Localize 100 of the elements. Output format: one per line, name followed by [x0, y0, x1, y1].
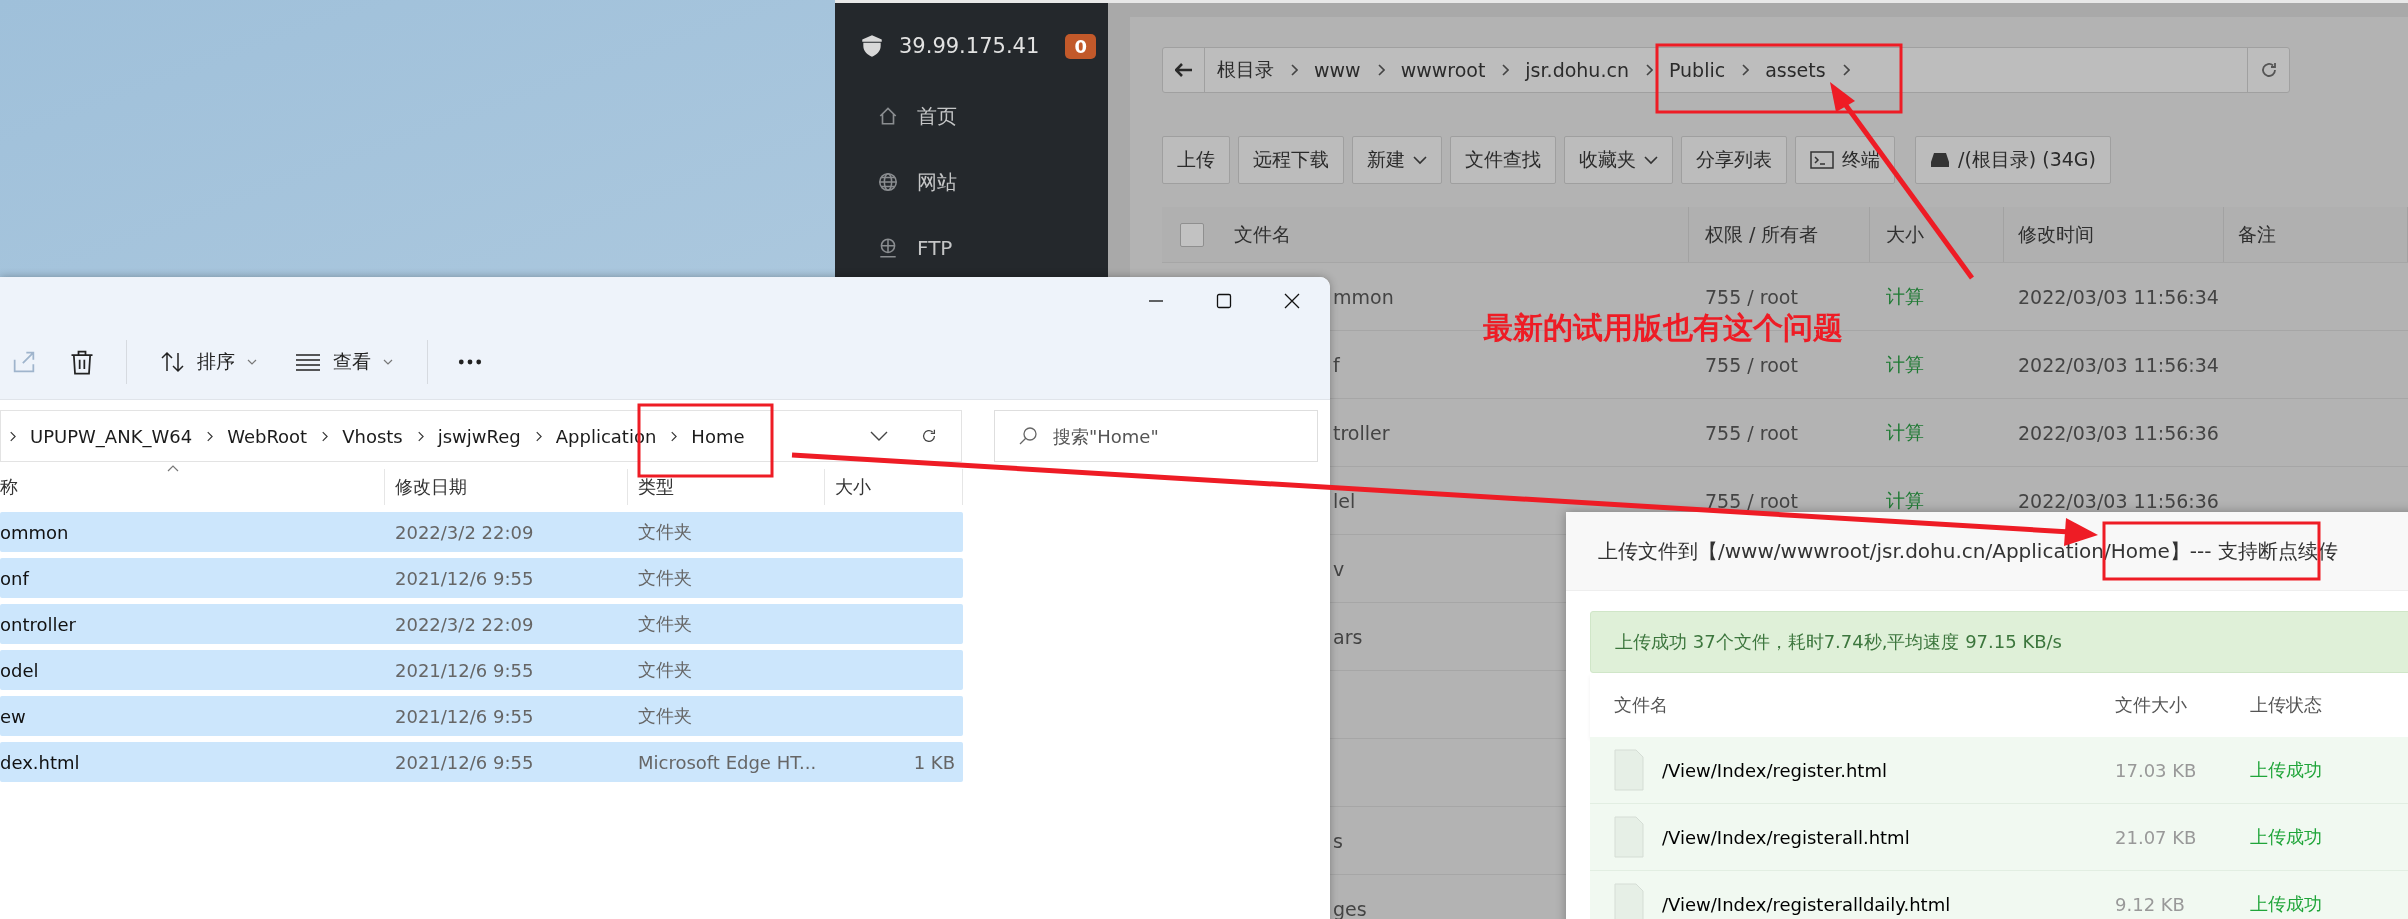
file-row[interactable]: ontroller 2022/3/2 22:09 文件夹 [0, 604, 963, 644]
file-name[interactable]: v [1333, 557, 1345, 580]
column-header[interactable]: 称 [0, 475, 18, 499]
file-name[interactable]: ars [1333, 625, 1363, 648]
toolbar-button[interactable]: 文件查找 [1450, 136, 1556, 184]
home-icon [877, 105, 899, 127]
column-header[interactable]: 大小 [835, 475, 871, 499]
back-arrow-icon [1174, 63, 1193, 77]
list-view-icon [295, 353, 321, 371]
chevron-icon [1290, 64, 1298, 76]
file-size: 9.12 KB [2115, 893, 2185, 915]
table-cell: 2022/03/03 11:56:36 [2018, 421, 2219, 444]
file-name[interactable]: s [1333, 829, 1343, 852]
column-header: 文件名 [1614, 693, 1668, 717]
chevron-icon [206, 430, 214, 442]
notification-badge: 0 [1065, 33, 1096, 59]
chevron-icon [670, 430, 678, 442]
file-name[interactable]: mmon [1333, 285, 1394, 308]
table-cell: 2021/12/6 9:55 [395, 751, 534, 773]
breadcrumb-item[interactable]: jsr.dohu.cn [1525, 59, 1629, 81]
upload-status: 上传成功 [2250, 826, 2322, 847]
nav-item[interactable]: FTP [835, 215, 1108, 281]
globe-icon [877, 171, 899, 193]
sort-button[interactable]: 排序 [157, 349, 261, 375]
toolbar-button[interactable]: 远程下载 [1238, 136, 1344, 184]
file-row[interactable]: dex.html 2021/12/6 9:55 Microsoft Edge HT... 1 KB [0, 742, 963, 782]
chevron-icon [321, 430, 329, 442]
breadcrumb-item[interactable]: 根目录 [1217, 57, 1274, 83]
table-cell: 2021/12/6 9:55 [395, 567, 534, 589]
address-segment[interactable]: Home [691, 425, 745, 447]
terminal-button[interactable]: 终端 [1795, 136, 1895, 184]
file-icon [1614, 749, 1644, 791]
chevron-icon [1741, 64, 1750, 76]
nav-item[interactable]: 网站 [835, 149, 1108, 215]
sort-caret-icon [167, 464, 179, 472]
file-path: /View/Index/register.html [1662, 759, 1887, 781]
file-name: ontroller [0, 613, 76, 635]
table-cell: 2021/12/6 9:55 [395, 705, 534, 727]
close-icon[interactable] [1284, 293, 1300, 309]
file-row[interactable]: ew 2021/12/6 9:55 文件夹 [0, 696, 963, 736]
breadcrumb-item[interactable]: wwwroot [1400, 59, 1486, 81]
table-cell: 755 / root [1705, 353, 1798, 376]
file-row[interactable]: odel 2021/12/6 9:55 文件夹 [0, 650, 963, 690]
chevron-icon [1376, 64, 1385, 76]
column-header: 权限 / 所有者 [1705, 221, 1819, 247]
file-name[interactable]: troller [1333, 421, 1390, 444]
caret-icon [247, 358, 257, 366]
file-name[interactable]: ges [1333, 897, 1367, 919]
table-cell: 文件夹 [638, 612, 692, 636]
column-header: 大小 [1886, 221, 1924, 247]
breadcrumb-item[interactable]: assets [1765, 59, 1826, 81]
more-icon[interactable] [458, 358, 482, 366]
toolbar-button[interactable]: 上传 [1162, 136, 1230, 184]
column-header: 文件大小 [2115, 694, 2187, 715]
toolbar-button[interactable]: 分享列表 [1681, 136, 1787, 184]
file-name[interactable]: lel [1333, 489, 1356, 512]
file-size: 21.07 KB [2115, 826, 2197, 848]
column-header: 文件名 [1234, 221, 1291, 247]
file-name: ew [0, 705, 26, 727]
table-cell: 2022/3/2 22:09 [395, 613, 534, 635]
chevron-icon [534, 430, 542, 442]
column-header[interactable]: 类型 [638, 475, 674, 499]
caret-icon [383, 358, 393, 366]
search-icon [1018, 426, 1038, 446]
address-segment[interactable]: WebRoot [227, 425, 308, 447]
disk-button[interactable]: /(根目录) (34G) [1915, 136, 2111, 184]
chevron-icon [1501, 64, 1510, 76]
address-segment[interactable]: Vhosts [342, 425, 403, 447]
dropdown-button[interactable]: 收藏夹 [1564, 136, 1673, 184]
file-row[interactable]: ommon 2022/3/2 22:09 文件夹 [0, 512, 963, 552]
dropdown-button[interactable]: 新建 [1352, 136, 1442, 184]
table-cell: Microsoft Edge HT... [638, 751, 817, 773]
address-segment[interactable]: UPUPW_ANK_W64 [30, 425, 193, 447]
chevron-icon [1841, 64, 1850, 76]
nav-item[interactable]: 首页 [835, 83, 1108, 149]
file-row[interactable]: onf 2021/12/6 9:55 文件夹 [0, 558, 963, 598]
chevron-icon [9, 430, 16, 442]
search-field[interactable]: 搜索"Home" [994, 410, 1318, 462]
breadcrumb-item[interactable]: Public [1668, 59, 1726, 81]
table-cell: 文件夹 [638, 704, 692, 728]
breadcrumb-item[interactable]: www [1314, 59, 1361, 81]
view-button[interactable]: 查看 [291, 349, 397, 375]
terminal-icon [1810, 151, 1834, 169]
file-name: onf [0, 567, 29, 589]
table-cell: 755 / root [1705, 489, 1798, 512]
caret-icon [1644, 155, 1658, 165]
table-cell: 2021/12/6 9:55 [395, 659, 534, 681]
table-cell: 文件夹 [638, 658, 692, 682]
column-header[interactable]: 修改日期 [395, 475, 467, 499]
file-name[interactable]: f [1333, 353, 1340, 376]
file-path: /View/Index/registeralldaily.html [1662, 893, 1951, 915]
success-message: 上传成功 37个文件，耗时7.74秒,平均速度 97.15 KB/s [1615, 630, 2062, 654]
table-cell: 文件夹 [638, 520, 692, 544]
select-all-checkbox[interactable] [1180, 222, 1204, 247]
address-segment[interactable]: jswjwReg [437, 425, 521, 447]
table-cell: 755 / root [1705, 285, 1798, 308]
server-ip: 39.99.175.41 [899, 34, 1041, 58]
table-cell: 文件夹 [638, 566, 692, 590]
column-header: 修改时间 [2018, 221, 2094, 247]
maximize-icon[interactable] [1216, 293, 1232, 309]
